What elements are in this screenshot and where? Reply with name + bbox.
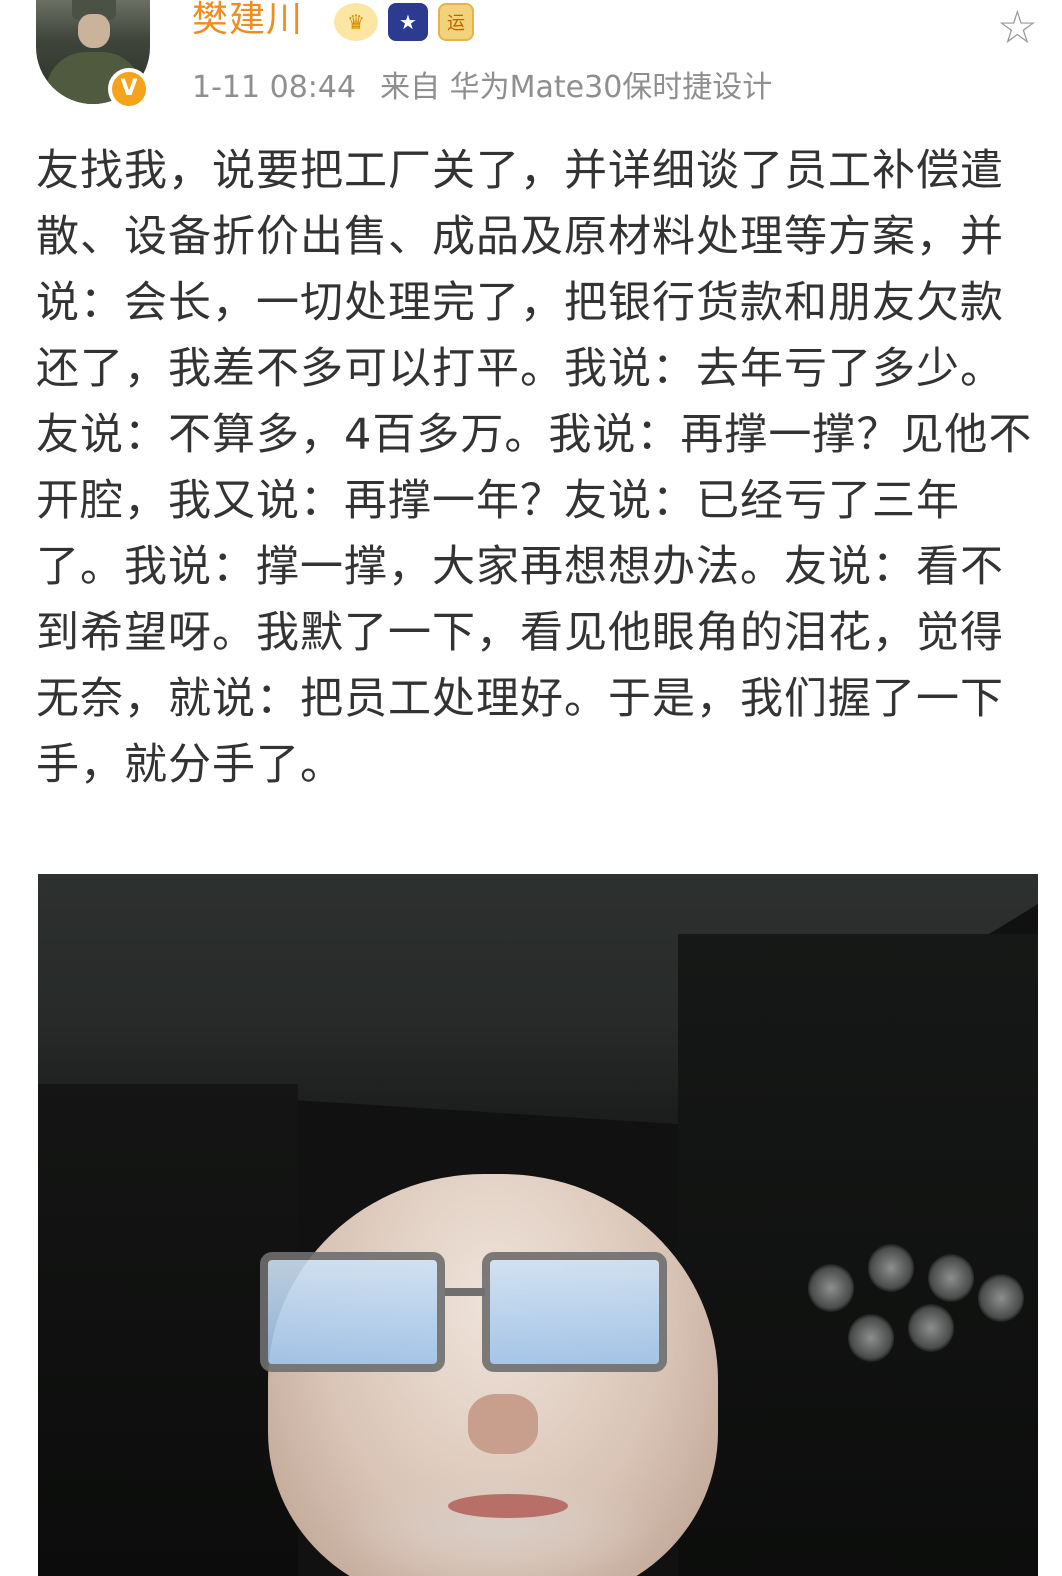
crown-icon[interactable]: ♛ xyxy=(334,3,378,41)
glasses-lens-left xyxy=(260,1252,445,1372)
photo-lamp xyxy=(928,1254,974,1302)
glasses-lens-right xyxy=(482,1252,667,1372)
photo-lamp xyxy=(978,1274,1024,1322)
post-meta: 1-11 08:44 来自 华为Mate30保时捷设计 xyxy=(192,62,796,106)
photo-person-glasses xyxy=(260,1252,670,1392)
post-timestamp: 1-11 08:44 xyxy=(192,70,357,105)
username[interactable]: 樊建川 xyxy=(192,0,303,44)
yun-badge-icon[interactable]: 运 xyxy=(438,3,474,41)
glasses-bridge xyxy=(445,1288,485,1296)
photo-person-beard xyxy=(338,1474,658,1576)
photo-person-mouth xyxy=(448,1494,568,1518)
photo-lamp xyxy=(848,1314,894,1362)
favorite-star-icon[interactable]: ☆ xyxy=(997,4,1038,50)
photo-person-nose xyxy=(468,1394,538,1454)
verified-badge-icon: V xyxy=(108,68,150,110)
shooting-star-icon[interactable]: ★ xyxy=(388,3,428,41)
photo-lamp xyxy=(808,1264,854,1312)
post-photo[interactable] xyxy=(38,874,1038,1576)
post-source[interactable]: 来自 华为Mate30保时捷设计 xyxy=(380,70,772,105)
avatar-face xyxy=(78,14,110,48)
post-body-text: 友找我，说要把工厂关了，并详细谈了员工补偿遣散、设备折价出售、成品及原材料处理等… xyxy=(36,146,1033,790)
photo-wall-right xyxy=(678,934,1038,1576)
photo-wall-left xyxy=(38,1084,298,1576)
photo-lamp xyxy=(908,1304,954,1352)
user-badges: ♛ ★ 运 xyxy=(334,2,474,42)
weibo-post: V 樊建川 ♛ ★ 运 ☆ 1-11 08:44 来自 华为Mate30保时捷设计… xyxy=(0,0,1062,1576)
photo-lamp xyxy=(868,1244,914,1292)
